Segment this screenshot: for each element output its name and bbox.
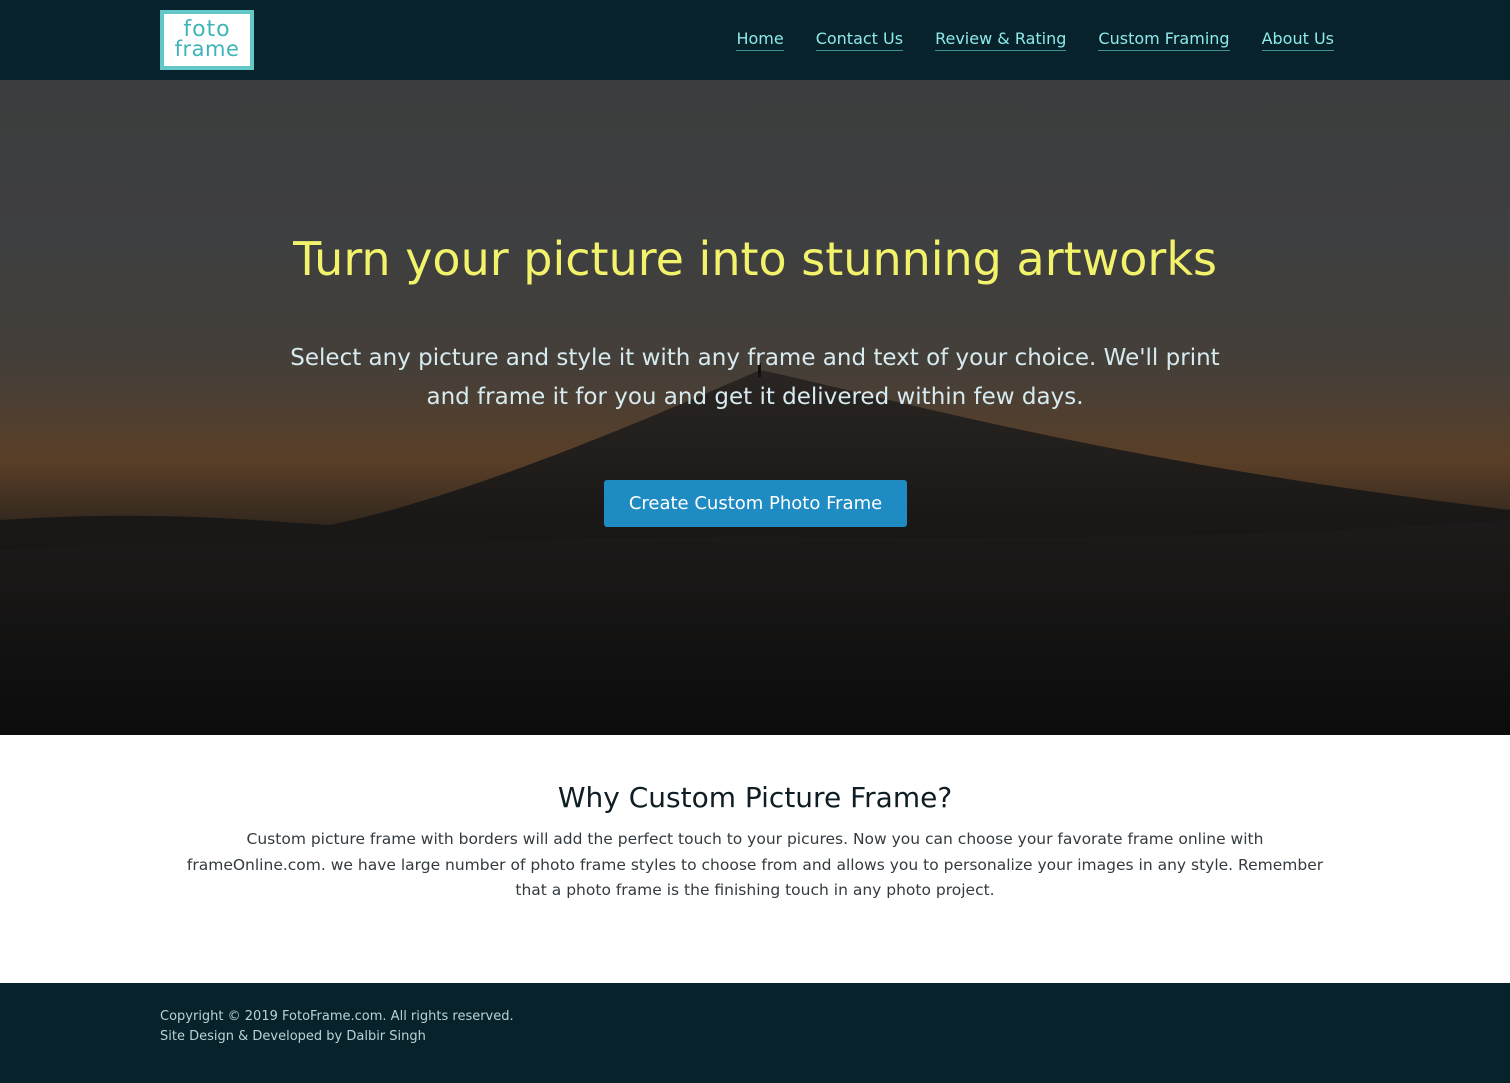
nav-review-rating[interactable]: Review & Rating — [935, 29, 1067, 51]
nav-contact-us[interactable]: Contact Us — [815, 29, 904, 51]
nav-custom-framing[interactable]: Custom Framing — [1098, 29, 1230, 51]
hero-title: Turn your picture into stunning artworks — [293, 232, 1217, 286]
hero-section: Turn your picture into stunning artworks… — [0, 80, 1510, 735]
why-title: Why Custom Picture Frame? — [557, 781, 953, 814]
site-footer: Copyright © 2019 FotoFrame.com. All righ… — [0, 983, 1510, 1083]
site-logo[interactable]: foto frame — [160, 10, 254, 70]
logo-text-line2: frame — [174, 37, 240, 62]
nav-about-us[interactable]: About Us — [1261, 29, 1334, 51]
site-header: foto frame Home Contact Us Review & Rati… — [0, 0, 1510, 80]
footer-copyright: Copyright © 2019 FotoFrame.com. All righ… — [160, 1009, 514, 1024]
main-nav: Home Contact Us Review & Rating Custom F… — [736, 0, 1334, 80]
hero-subtitle: Select any picture and style it with any… — [290, 345, 1220, 410]
create-custom-frame-button[interactable]: Create Custom Photo Frame — [604, 480, 907, 527]
why-text: Custom picture frame with borders will a… — [186, 830, 1324, 899]
footer-credit: Site Design & Developed by Dalbir Singh — [160, 1029, 426, 1044]
nav-home[interactable]: Home — [736, 29, 784, 51]
